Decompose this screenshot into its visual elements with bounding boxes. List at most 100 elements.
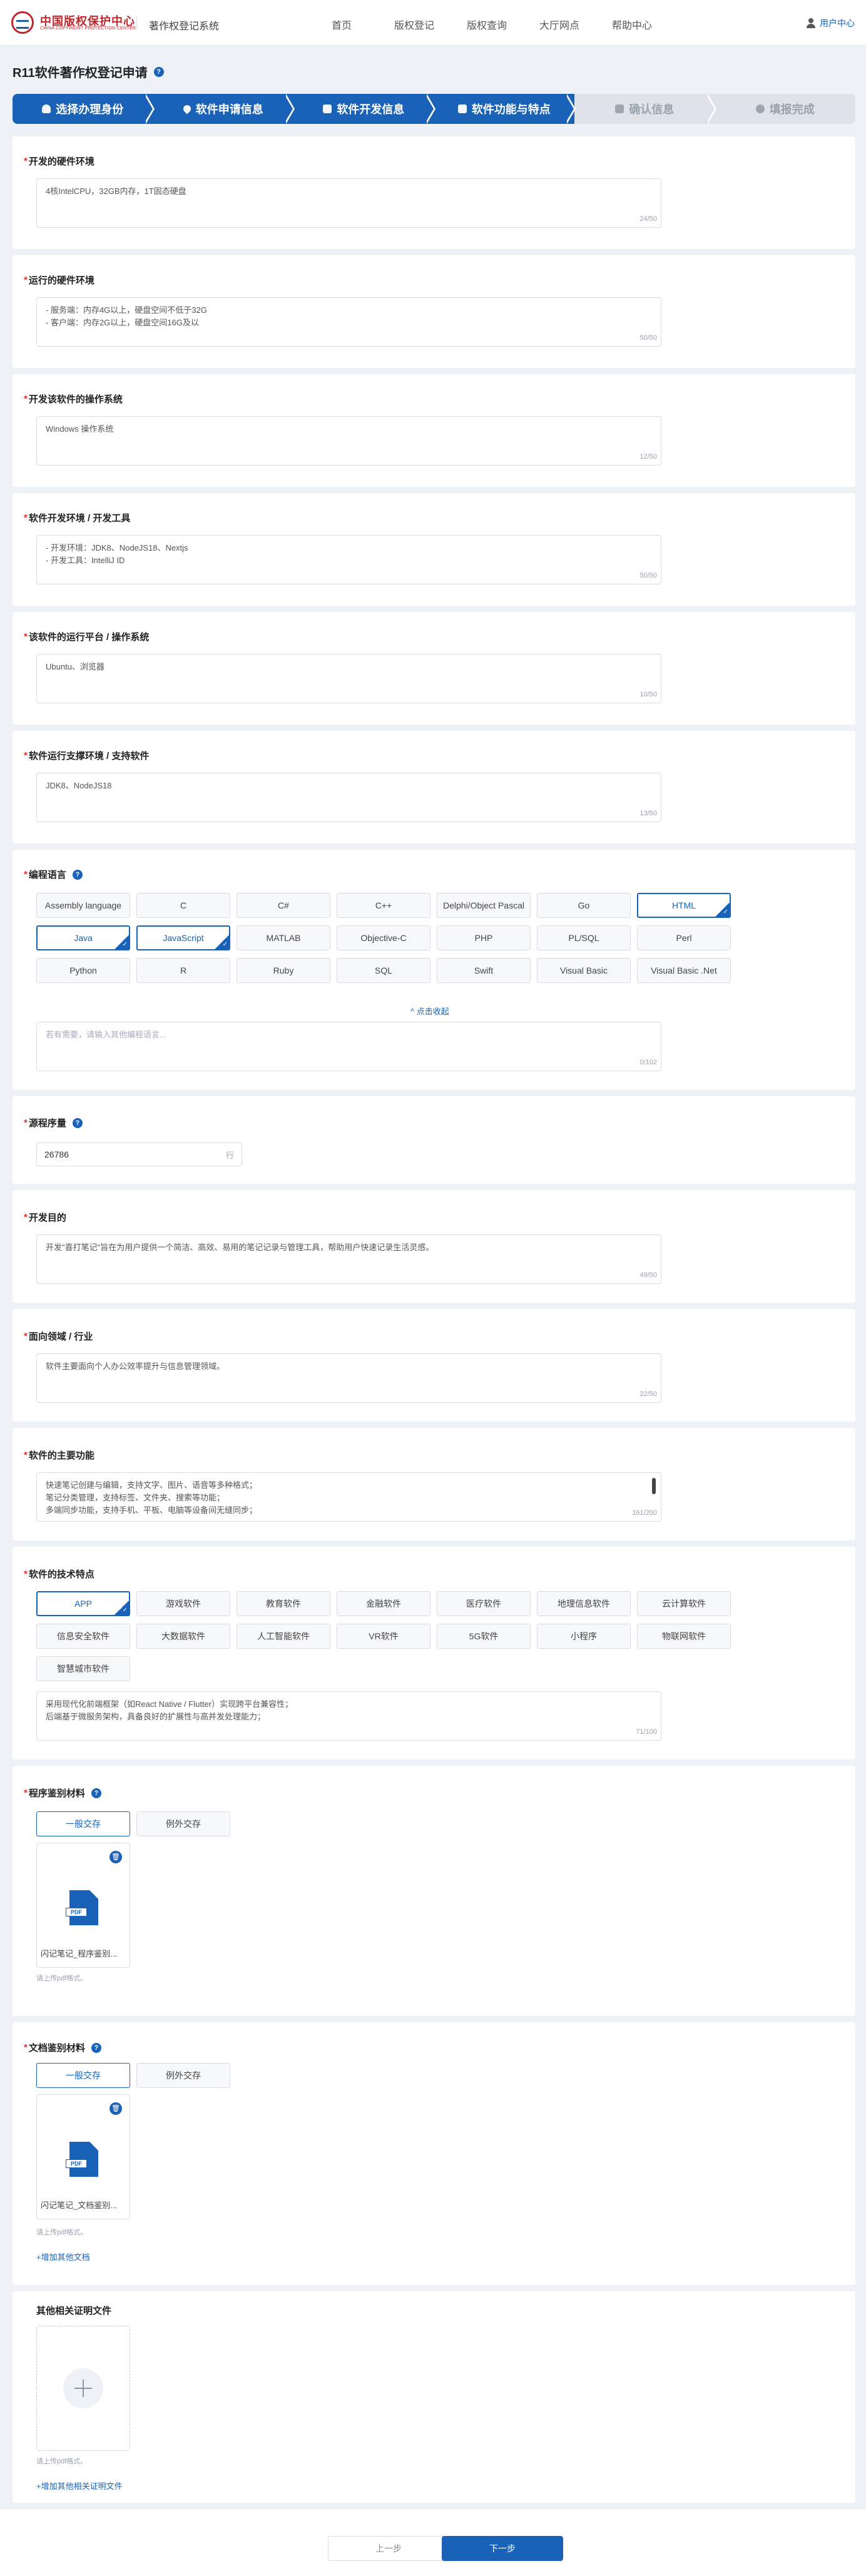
tech-feature-option[interactable]: 物联网软件 [637,1624,731,1649]
main-functions-textarea[interactable]: 快速笔记创建与编辑，支持文字、图片、语音等多种格式； 笔记分类管理，支持标签、文… [36,1472,661,1522]
tech-feature-option[interactable]: 大数据软件 [136,1624,230,1649]
language-option[interactable]: PHP [437,925,531,950]
language-option[interactable]: HTML [637,893,731,918]
required-mark: * [24,275,28,285]
tech-feature-option[interactable]: 教育软件 [237,1591,330,1616]
tech-feature-option[interactable]: 人工智能软件 [237,1624,330,1649]
tech-feature-option[interactable]: APP [36,1591,130,1616]
user-center-link[interactable]: 用户中心 [806,17,855,29]
upload-dropzone[interactable] [36,2326,130,2451]
prev-button[interactable]: 上一步 [328,2536,449,2561]
other-language-input[interactable]: 若有需要，请输入其他编程语言... 0/102 [36,1022,661,1071]
tech-features-textarea[interactable]: 采用现代化前端框架（如React Native / Flutter）实现跨平台兼… [36,1691,661,1741]
system-name: 著作权登记系统 [149,21,220,32]
language-option[interactable]: R [136,958,230,983]
tab-general-deposit[interactable]: 一般交存 [36,1811,130,1836]
nav-copyright-query[interactable]: 版权查询 [451,17,523,32]
label-source-lines: * 源程序量? [24,1116,83,1129]
language-option[interactable]: Objective-C [337,925,430,950]
char-counter: 13/50 [639,810,657,817]
industry-textarea[interactable]: 软件主要面向个人办公效率提升与信息管理领域。 22/50 [36,1353,661,1403]
tech-feature-option[interactable]: 游戏软件 [136,1591,230,1616]
help-icon[interactable]: ? [91,1788,101,1798]
char-counter: 50/50 [639,334,657,342]
nav-service-halls[interactable]: 大厅网点 [523,17,596,32]
tech-feature-option[interactable]: 医疗软件 [437,1591,531,1616]
label-text: 面向领域 / 行业 [28,1331,93,1342]
language-option[interactable]: MATLAB [237,925,330,950]
step-label: 软件功能与特点 [471,103,551,116]
language-option[interactable]: Assembly language [36,893,130,918]
upload-hint: 请上传pdf格式。 [36,2229,88,2236]
support-env-textarea[interactable]: JDK8、NodeJS18 13/50 [36,773,661,822]
language-option[interactable]: SQL [337,958,430,983]
add-other-document-link[interactable]: +增加其他文档 [36,2251,90,2263]
nav-copyright-registration[interactable]: 版权登记 [378,17,451,32]
language-option[interactable]: C++ [337,893,430,918]
help-icon[interactable]: ? [72,869,83,880]
language-option[interactable]: Ruby [237,958,330,983]
tab-exceptional-deposit[interactable]: 例外交存 [136,1811,230,1836]
next-button[interactable]: 下一步 [442,2536,563,2561]
language-option[interactable]: Swift [437,958,531,983]
label-text: 编程语言 [28,870,66,880]
tech-feature-option[interactable]: 5G软件 [437,1624,531,1649]
section-source-lines [13,1096,855,1184]
page-title-text: R11软件著作权登记申请 [13,66,148,80]
add-other-proof-link[interactable]: +增加其他相关证明文件 [36,2480,123,2492]
language-option[interactable]: Java [36,925,130,950]
language-option[interactable]: C# [237,893,330,918]
step-functions-features[interactable]: 软件功能与特点 [434,94,576,124]
help-icon[interactable]: ? [91,2042,101,2053]
run-platform-textarea[interactable]: Ubuntu、浏览器 10/50 [36,654,661,703]
purpose-textarea[interactable]: 开发"喜打笔记"旨在为用户提供一个简洁、高效、易用的笔记记录与管理工具，帮助用户… [36,1235,661,1284]
textarea-value: 快速笔记创建与编辑，支持文字、图片、语音等多种格式； 笔记分类管理，支持标签、文… [46,1480,258,1515]
language-option[interactable]: Visual Basic [537,958,631,983]
char-counter: 12/50 [639,453,657,461]
label-text: 软件的技术特点 [28,1569,94,1580]
program-file-card[interactable]: 🗑 PDF 闪记笔记_程序鉴别... [36,1843,130,1968]
tab-general-deposit[interactable]: 一般交存 [36,2063,130,2088]
dev-hardware-textarea[interactable]: 4核IntelCPU，32GB内存，1T固态硬盘 24/50 [36,178,661,228]
step-development-info[interactable]: 软件开发信息 [293,94,436,124]
dev-os-textarea[interactable]: Windows 操作系统 12/50 [36,416,661,466]
tech-feature-option[interactable]: 小程序 [537,1624,631,1649]
doc-file-card[interactable]: 🗑 PDF 闪记笔记_文档鉴别... [36,2094,130,2219]
language-option[interactable]: Python [36,958,130,983]
language-option[interactable]: Delphi/Object Pascal [437,893,531,918]
collapse-link[interactable]: ^ 点击收起 [410,1005,449,1017]
pdf-tag: PDF [66,1908,87,1917]
dev-tools-textarea[interactable]: - 开发环境：JDK8、NodeJS18、Nextjs - 开发工具：Intel… [36,535,661,584]
nav-help-center[interactable]: 帮助中心 [596,17,668,32]
user-center-label: 用户中心 [820,18,855,28]
section-program-material [13,1766,855,2016]
required-mark: * [24,2042,28,2053]
textarea-value: 开发"喜打笔记"旨在为用户提供一个简洁、高效、易用的笔记记录与管理工具，帮助用户… [46,1243,434,1252]
language-option[interactable]: Perl [637,925,731,950]
nav-home[interactable]: 首页 [305,17,378,32]
language-option[interactable]: Visual Basic .Net [637,958,731,983]
tech-feature-option[interactable]: 地理信息软件 [537,1591,631,1616]
source-lines-input[interactable]: 26786 行 [36,1143,242,1166]
tech-feature-option[interactable]: VR软件 [337,1624,430,1649]
step-label: 软件开发信息 [337,103,405,116]
tech-feature-option[interactable]: 信息安全软件 [36,1624,130,1649]
tech-feature-option[interactable]: 云计算软件 [637,1591,731,1616]
help-icon[interactable]: ? [153,66,164,77]
help-icon[interactable]: ? [72,1117,83,1128]
tech-feature-option[interactable]: 金融软件 [337,1591,430,1616]
tech-feature-option[interactable]: 智慧城市软件 [36,1656,130,1681]
step-select-identity[interactable]: 选择办理身份 [13,94,155,124]
language-option[interactable]: PL/SQL [537,925,631,950]
language-option[interactable]: Go [537,893,631,918]
language-option[interactable]: C [136,893,230,918]
logo-icon [11,11,34,34]
step-application-info[interactable]: 软件申请信息 [153,94,295,124]
textarea-scrollbar[interactable] [652,1478,656,1494]
run-hardware-textarea[interactable]: - 服务端：内存4G以上，硬盘空间不低于32G - 客户端：内存2G以上，硬盘空… [36,297,661,347]
delete-icon[interactable]: 🗑 [110,1851,122,1863]
delete-icon[interactable]: 🗑 [110,2102,122,2115]
tab-exceptional-deposit[interactable]: 例外交存 [136,2063,230,2088]
required-mark: * [24,1788,28,1798]
language-option[interactable]: JavaScript [136,925,230,950]
